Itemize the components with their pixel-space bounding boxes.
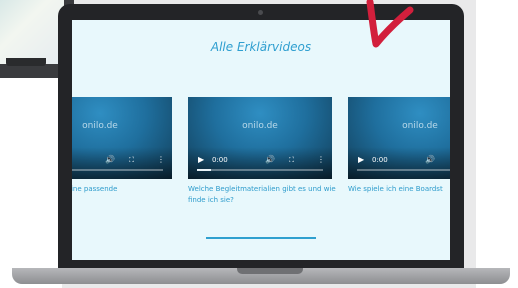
video-player[interactable]: onilo.de ▶ 0:00 🔊 ⛶ ⋮ bbox=[188, 97, 332, 179]
video-watermark: onilo.de bbox=[82, 121, 118, 131]
video-controls: 🔊 ⛶ ⋮ bbox=[72, 147, 172, 179]
carousel-indicator bbox=[206, 237, 316, 239]
volume-icon[interactable]: 🔊 bbox=[105, 155, 115, 165]
webcam-icon bbox=[258, 10, 263, 15]
laptop-notch bbox=[237, 268, 303, 274]
video-caption[interactable]: Welche Begleitmaterialien gibt es und wi… bbox=[188, 184, 338, 206]
video-caption[interactable]: Wie spiele ich eine Boardst bbox=[348, 184, 450, 195]
video-player[interactable]: onilo.de 🔊 ⛶ ⋮ bbox=[72, 97, 172, 179]
red-arrow-annotation bbox=[366, 0, 414, 48]
volume-icon[interactable]: 🔊 bbox=[425, 155, 435, 165]
video-player[interactable]: onilo.de ▶ 0:00 🔊 bbox=[348, 97, 450, 179]
laptop-base bbox=[12, 268, 510, 284]
partial-laptop-screen bbox=[0, 0, 64, 64]
video-watermark: onilo.de bbox=[242, 121, 278, 131]
video-controls: ▶ 0:00 🔊 ⛶ ⋮ bbox=[188, 147, 332, 179]
video-time: 0:00 bbox=[372, 156, 388, 164]
fullscreen-icon[interactable]: ⛶ bbox=[289, 155, 294, 165]
video-progress-fill bbox=[197, 169, 211, 171]
play-icon[interactable]: ▶ bbox=[358, 155, 364, 165]
play-icon[interactable]: ▶ bbox=[198, 155, 204, 165]
fullscreen-icon[interactable]: ⛶ bbox=[129, 155, 134, 165]
video-progress-bar[interactable] bbox=[197, 169, 323, 171]
video-progress-bar[interactable] bbox=[72, 169, 163, 171]
partial-laptop-base bbox=[6, 58, 46, 66]
video-watermark: onilo.de bbox=[402, 121, 438, 131]
more-options-icon[interactable]: ⋮ bbox=[317, 155, 325, 165]
video-time: 0:00 bbox=[212, 156, 228, 164]
more-options-icon[interactable]: ⋮ bbox=[157, 155, 165, 165]
volume-icon[interactable]: 🔊 bbox=[265, 155, 275, 165]
video-controls: ▶ 0:00 🔊 bbox=[348, 147, 450, 179]
video-caption[interactable]: h eine passende bbox=[72, 184, 150, 195]
video-progress-bar[interactable] bbox=[357, 169, 450, 171]
